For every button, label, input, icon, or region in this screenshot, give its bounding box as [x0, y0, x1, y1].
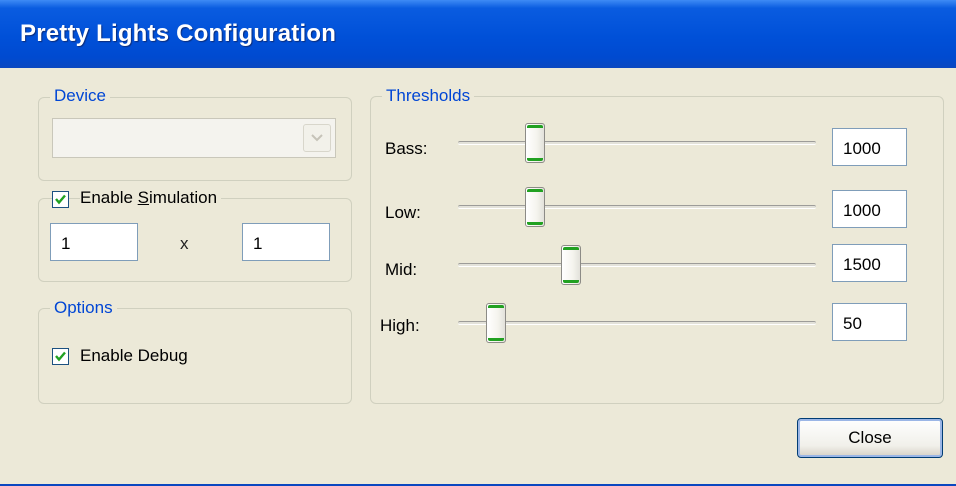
window-title: Pretty Lights Configuration — [20, 20, 337, 47]
simulation-width-input[interactable]: 1 — [50, 223, 138, 261]
low-slider-track[interactable] — [458, 205, 816, 209]
enable-simulation-label[interactable]: Enable Simulation — [80, 188, 222, 208]
device-select[interactable] — [52, 118, 336, 158]
title-bar[interactable]: Pretty Lights Configuration — [0, 0, 956, 68]
chevron-down-icon[interactable] — [303, 124, 331, 152]
close-button[interactable]: Close — [797, 418, 943, 458]
enable-debug-label[interactable]: Enable Debug — [80, 346, 192, 366]
low-value-input[interactable]: 1000 — [832, 190, 907, 228]
enable-simulation-checkbox[interactable] — [52, 191, 69, 208]
high-slider-track[interactable] — [458, 321, 816, 325]
low-slider-thumb[interactable] — [525, 187, 545, 227]
bass-slider-track[interactable] — [458, 141, 816, 145]
low-label: Low: — [385, 203, 421, 222]
thresholds-legend: Thresholds — [382, 86, 475, 106]
bass-value-input[interactable]: 1000 — [832, 128, 907, 166]
high-label: High: — [380, 316, 420, 335]
mid-slider-track[interactable] — [458, 263, 816, 267]
mid-slider-thumb[interactable] — [561, 245, 581, 285]
bass-label: Bass: — [385, 139, 428, 158]
options-legend: Options — [50, 298, 117, 318]
device-legend: Device — [50, 86, 110, 106]
high-value-input[interactable]: 50 — [832, 303, 907, 341]
mid-value-input[interactable]: 1500 — [832, 244, 907, 282]
enable-debug-checkbox[interactable] — [52, 348, 69, 365]
mid-label: Mid: — [385, 260, 418, 279]
separator-x: x — [180, 234, 189, 253]
simulation-height-input[interactable]: 1 — [242, 223, 330, 261]
high-slider-thumb[interactable] — [486, 303, 506, 343]
bass-slider-thumb[interactable] — [525, 123, 545, 163]
